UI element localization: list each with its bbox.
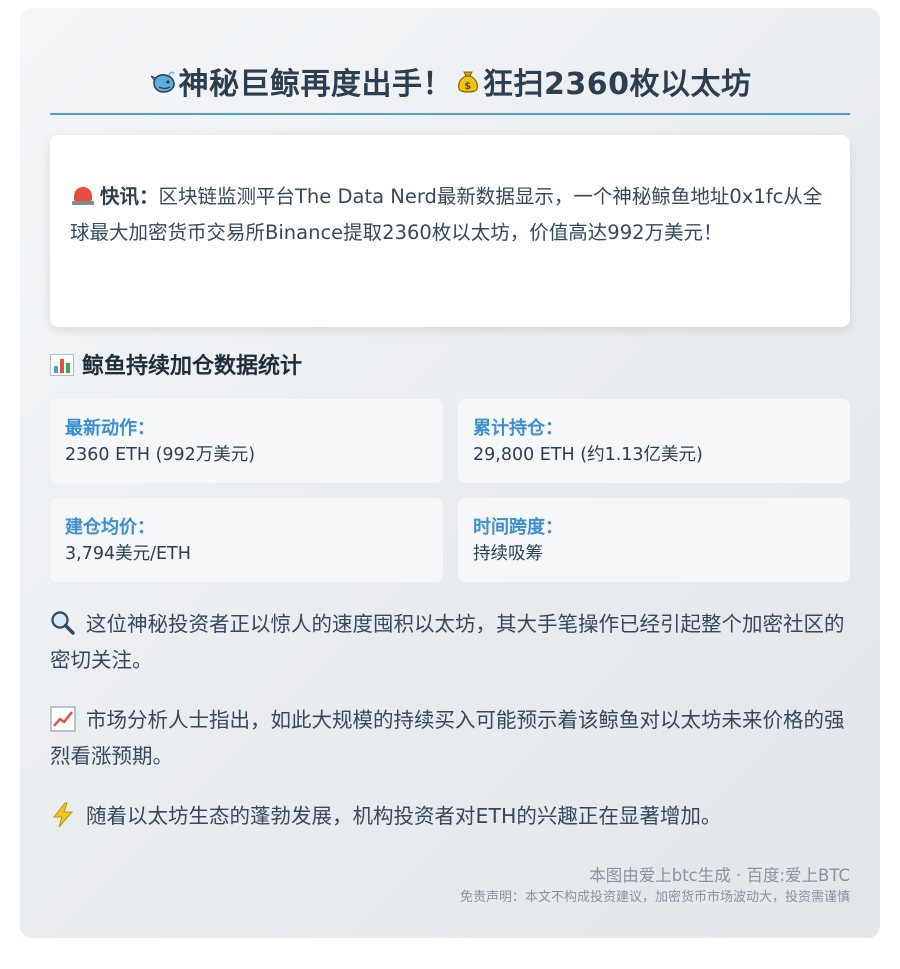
stat-label: 建仓均价： xyxy=(65,517,155,538)
chart-increasing-icon xyxy=(50,706,76,732)
footer-source: 本图由爱上btc生成 · 百度:爱上BTC xyxy=(589,866,850,885)
lightning-icon xyxy=(50,802,76,828)
footer-disclaimer: 免责声明：本文不构成投资建议，加密货币市场波动大，投资需谨慎 xyxy=(459,890,850,905)
paragraph-text: 这位神秘投资者正以惊人的速度囤积以太坊，其大手笔操作已经引起整个加密社区的密切关… xyxy=(50,612,845,672)
alert-text: 区块链监测平台The Data Nerd最新数据显示，一个神秘鲸鱼地址0x1fc… xyxy=(70,185,823,244)
money-bag-icon: $ xyxy=(453,64,483,104)
paragraph-community-attention: 这位神秘投资者正以惊人的速度囤积以太坊，其大手笔操作已经引起整个加密社区的密切关… xyxy=(50,606,850,678)
stats-grid: 最新动作： 2360 ETH (992万美元) 累计持仓： 29,800 ETH… xyxy=(50,399,850,582)
whale-icon xyxy=(149,64,179,104)
stats-title-text: 鲸鱼持续加仓数据统计 xyxy=(82,354,303,379)
stat-latest-action: 最新动作： 2360 ETH (992万美元) xyxy=(50,399,443,483)
paragraph-institutional-interest: 随着以太坊生态的蓬勃发展，机构投资者对ETH的兴趣正在显著增加。 xyxy=(50,798,850,834)
svg-text:$: $ xyxy=(464,81,471,92)
footer: 本图由爱上btc生成 · 百度:爱上BTC 免责声明：本文不构成投资建议，加密货… xyxy=(460,864,850,908)
stat-value: 29,800 ETH (约1.13亿美元) xyxy=(473,445,703,465)
alert-label: 快讯： xyxy=(100,185,159,208)
stat-time-span: 时间跨度： 持续吸筹 xyxy=(458,498,850,582)
siren-icon xyxy=(70,187,96,205)
stat-label: 最新动作： xyxy=(65,418,155,439)
stat-total-holdings: 累计持仓： 29,800 ETH (约1.13亿美元) xyxy=(458,399,850,483)
stats-section-title: 鲸鱼持续加仓数据统计 xyxy=(50,351,850,383)
headline-part2: 狂扫2360枚以太坊 xyxy=(483,67,752,102)
paragraph-text: 随着以太坊生态的蓬勃发展，机构投资者对ETH的兴趣正在显著增加。 xyxy=(86,804,722,828)
bar-chart-icon xyxy=(50,354,74,376)
paragraph-text: 市场分析人士指出，如此大规模的持续买入可能预示着该鲸鱼对以太坊未来价格的强烈看涨… xyxy=(50,708,845,768)
stat-value: 持续吸筹 xyxy=(473,544,543,564)
headline: 神秘巨鲸再度出手！ $ 狂扫2360枚以太坊 xyxy=(50,8,850,115)
article-card: 神秘巨鲸再度出手！ $ 狂扫2360枚以太坊 快讯：区块链监测平台The Dat… xyxy=(20,8,880,938)
paragraph-market-analysis: 市场分析人士指出，如此大规模的持续买入可能预示着该鲸鱼对以太坊未来价格的强烈看涨… xyxy=(50,702,850,774)
stat-value: 2360 ETH (992万美元) xyxy=(65,445,256,465)
stat-label: 累计持仓： xyxy=(473,418,563,439)
stat-label: 时间跨度： xyxy=(473,517,563,538)
magnifier-icon xyxy=(50,610,76,636)
stat-value: 3,794美元/ETH xyxy=(65,544,191,564)
news-alert-box: 快讯：区块链监测平台The Data Nerd最新数据显示，一个神秘鲸鱼地址0x… xyxy=(50,135,850,327)
stat-average-price: 建仓均价： 3,794美元/ETH xyxy=(50,498,443,582)
headline-part1: 神秘巨鲸再度出手！ xyxy=(178,67,453,102)
